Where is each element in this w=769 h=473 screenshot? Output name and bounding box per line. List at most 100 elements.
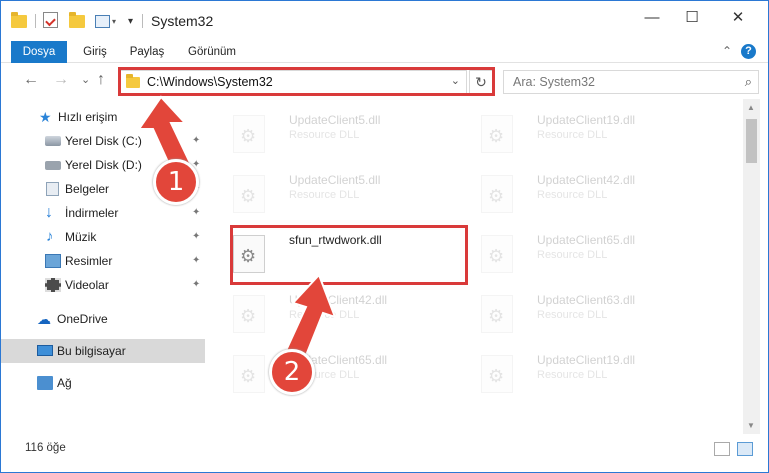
new-folder-icon[interactable] — [69, 11, 85, 30]
maximize-button[interactable]: ☐ — [669, 1, 715, 33]
separator — [142, 14, 143, 28]
list-item[interactable]: UpdateClient65.dll Resource DLL — [471, 223, 711, 281]
sidebar-item-label: Hızlı erişim — [58, 110, 118, 124]
list-item[interactable]: UpdateClient42.dll Resource DLL — [223, 283, 463, 341]
list-item[interactable]: UpdateClient65.dll Resource DLL — [223, 343, 463, 401]
vertical-scrollbar[interactable]: ▲ ▼ — [743, 99, 760, 434]
navigation-pane: ★ Hızlı erişim Yerel Disk (C:) ✦ Yerel D… — [1, 99, 206, 434]
dll-file-icon — [481, 175, 513, 213]
sidebar-item-videos[interactable]: Videolar ✦ — [1, 273, 205, 297]
recent-locations-button[interactable]: ⌄ — [81, 73, 90, 86]
network-icon — [37, 376, 53, 390]
computer-icon — [37, 345, 53, 356]
folder-icon — [126, 74, 140, 88]
list-item[interactable]: UpdateClient19.dll Resource DLL — [471, 103, 711, 161]
file-name: UpdateClient19.dll — [537, 353, 636, 367]
sidebar-item-label: Ağ — [57, 376, 72, 390]
up-button[interactable]: ↑ — [97, 71, 105, 89]
close-button[interactable]: ✕ — [715, 1, 761, 33]
file-name: sfun_rtwdwork.dll — [289, 233, 382, 247]
pictures-icon — [45, 254, 61, 268]
forward-button[interactable]: → — [53, 71, 69, 89]
tab-view[interactable]: Görünüm — [183, 41, 241, 63]
sidebar-item-onedrive[interactable]: ☁ OneDrive — [1, 307, 205, 331]
video-icon — [45, 278, 61, 292]
sidebar-item-pictures[interactable]: Resimler ✦ — [1, 249, 205, 273]
dll-file-icon — [481, 235, 513, 273]
chevron-down-icon[interactable]: ⌄ — [451, 74, 460, 87]
sidebar-item-label: Videolar — [65, 278, 109, 292]
sidebar-item-this-pc[interactable]: Bu bilgisayar — [1, 339, 205, 363]
drive-icon — [45, 136, 61, 146]
details-view-icon[interactable] — [714, 442, 730, 456]
sidebar-item-label: Yerel Disk (C:) — [65, 134, 142, 148]
address-path[interactable]: C:\Windows\System32 — [147, 75, 273, 89]
separator — [35, 14, 36, 28]
search-box[interactable]: Ara: System32 ⌕ — [503, 70, 759, 94]
large-icons-view-icon[interactable] — [737, 442, 753, 456]
list-item[interactable]: UpdateClient5.dll Resource DLL — [223, 163, 463, 221]
dll-file-icon — [233, 115, 265, 153]
scroll-down-icon[interactable]: ▼ — [747, 421, 755, 430]
sidebar-item-network[interactable]: Ağ — [1, 371, 205, 395]
collapse-ribbon-icon[interactable]: ⌃ — [722, 44, 732, 58]
callout-1: 1 — [153, 159, 199, 205]
pin-icon[interactable]: ✦ — [192, 207, 200, 218]
folder-icon — [11, 11, 27, 30]
dll-file-icon — [233, 235, 265, 273]
refresh-button[interactable]: ↻ — [469, 70, 493, 94]
file-type: Resource DLL — [537, 129, 608, 141]
scroll-up-icon[interactable]: ▲ — [747, 103, 755, 112]
pin-icon[interactable]: ✦ — [192, 231, 200, 242]
scrollbar-thumb[interactable] — [746, 119, 757, 163]
file-type: Resource DLL — [537, 189, 608, 201]
search-icon[interactable]: ⌕ — [745, 74, 752, 90]
sidebar-item-label: Bu bilgisayar — [57, 344, 126, 358]
pin-icon[interactable]: ✦ — [192, 279, 200, 290]
dll-file-icon — [233, 295, 265, 333]
search-placeholder[interactable]: Ara: System32 — [513, 75, 595, 89]
file-type: Resource DLL — [537, 369, 608, 381]
sidebar-item-label: Belgeler — [65, 182, 110, 196]
star-icon: ★ — [39, 109, 52, 125]
navigation-bar: ← → ⌄ ↑ C:\Windows\System32 ⌄ ↻ Ara: Sys… — [1, 63, 768, 99]
file-name: UpdateClient65.dll — [537, 233, 636, 247]
list-item[interactable]: UpdateClient63.dll Resource DLL — [471, 283, 711, 341]
title-bar: ▾ ▾ System32 — ☐ ✕ — [1, 1, 768, 41]
help-icon[interactable]: ? — [741, 44, 756, 59]
sidebar-item-label: Müzik — [65, 230, 97, 244]
list-item-sfun-rtwdwork[interactable]: sfun_rtwdwork.dll — [223, 223, 463, 281]
customize-toolbar-icon[interactable]: ▾ — [128, 12, 133, 30]
dll-file-icon — [233, 175, 265, 213]
file-name: UpdateClient42.dll — [289, 293, 388, 307]
properties-icon[interactable] — [43, 11, 58, 29]
sidebar-item-label: Resimler — [65, 254, 113, 268]
file-name: UpdateClient5.dll — [289, 113, 381, 127]
cloud-icon: ☁ — [37, 311, 51, 327]
list-item[interactable]: UpdateClient42.dll Resource DLL — [471, 163, 711, 221]
sidebar-item-local-disk-c[interactable]: Yerel Disk (C:) ✦ — [1, 129, 205, 153]
back-button[interactable]: ← — [23, 71, 39, 89]
pin-icon[interactable]: ✦ — [192, 135, 200, 146]
tab-file[interactable]: Dosya — [11, 41, 67, 63]
view-options-icon[interactable]: ▾ — [95, 12, 116, 30]
tab-share[interactable]: Paylaş — [125, 41, 169, 63]
sidebar-item-label: İndirmeler — [65, 206, 119, 220]
drive-icon — [45, 161, 61, 170]
sidebar-item-label: Yerel Disk (D:) — [65, 158, 142, 172]
list-item[interactable]: UpdateClient19.dll Resource DLL — [471, 343, 711, 401]
list-item[interactable]: UpdateClient5.dll Resource DLL — [223, 103, 463, 161]
document-icon — [46, 182, 59, 196]
pin-icon[interactable]: ✦ — [192, 255, 200, 266]
tab-home[interactable]: Giriş — [77, 41, 113, 63]
file-name: UpdateClient19.dll — [537, 113, 636, 127]
dll-file-icon — [481, 115, 513, 153]
address-bar[interactable]: C:\Windows\System32 ⌄ — [119, 70, 467, 94]
file-name: UpdateClient42.dll — [537, 173, 636, 187]
dll-file-icon — [481, 295, 513, 333]
item-count: 116 öğe — [25, 442, 66, 454]
sidebar-item-quick-access[interactable]: ★ Hızlı erişim — [1, 105, 205, 129]
file-type: Resource DLL — [289, 309, 360, 321]
file-type: Resource DLL — [537, 249, 608, 261]
sidebar-item-music[interactable]: ♪ Müzik ✦ — [1, 225, 205, 249]
